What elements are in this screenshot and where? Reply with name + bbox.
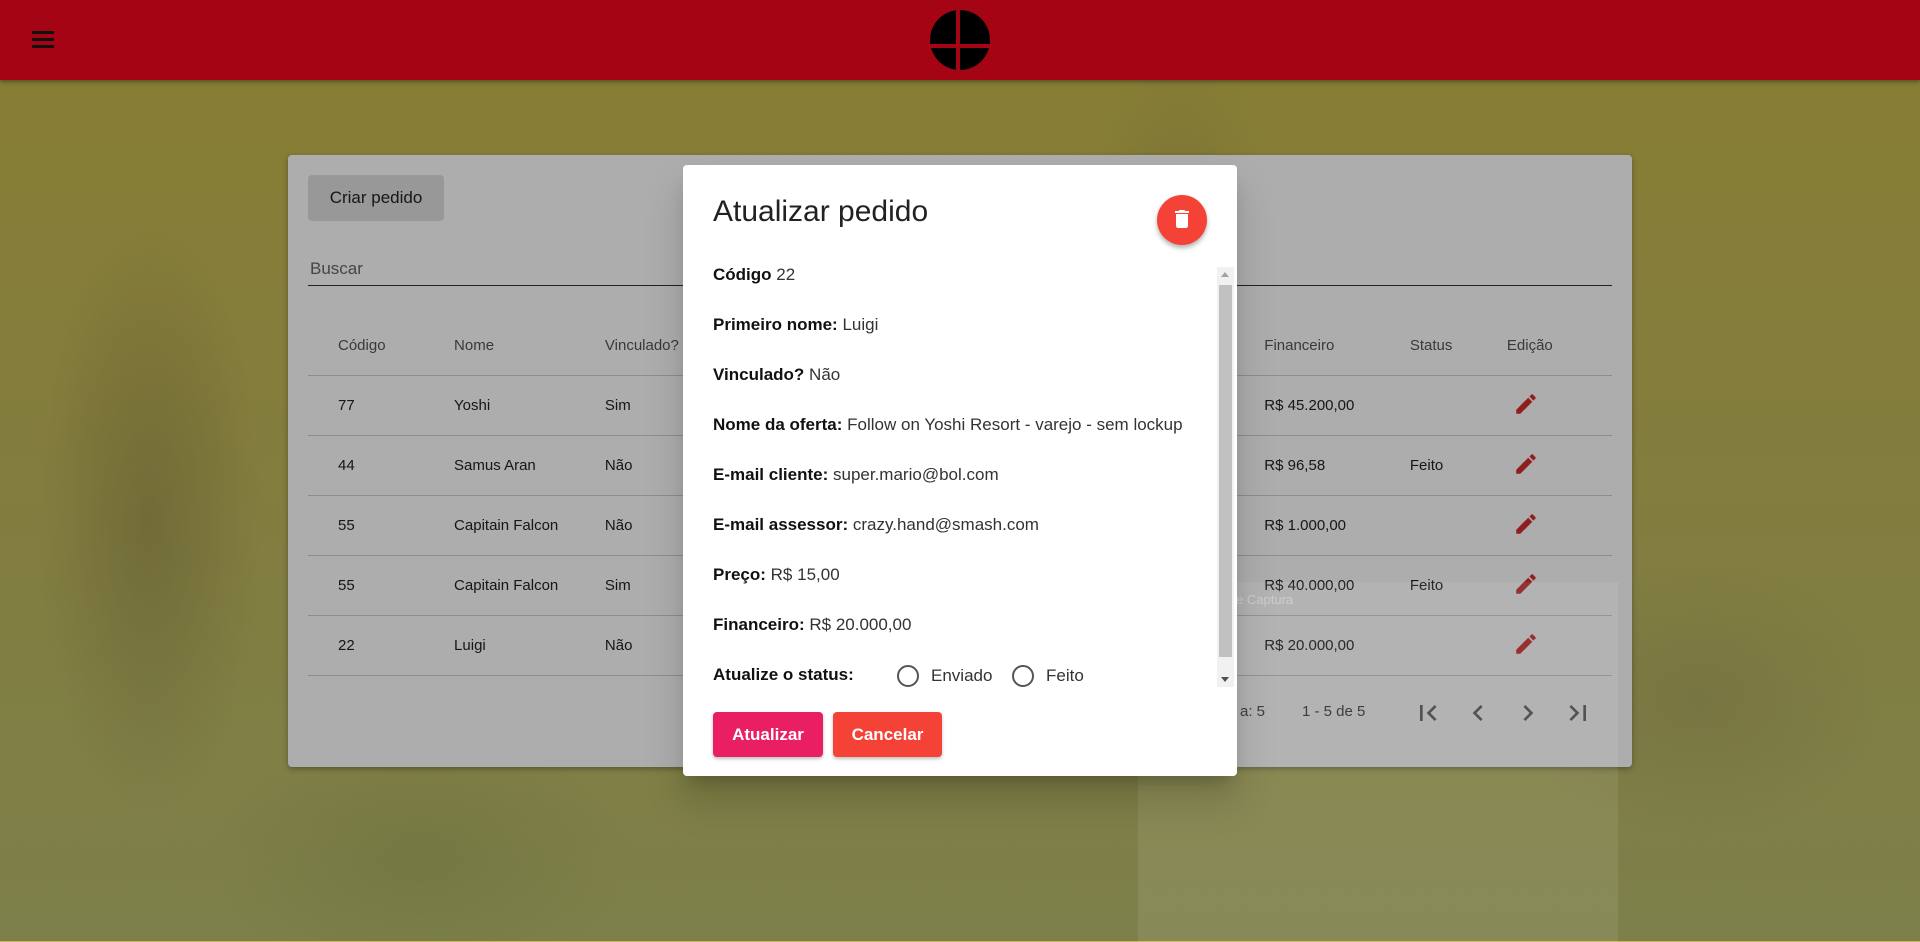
field-financeiro: Financeiro: R$ 20.000,00 xyxy=(713,615,912,634)
trash-icon xyxy=(1175,209,1189,228)
field-email-assessor: E-mail assessor: crazy.hand@smash.com xyxy=(713,515,1039,534)
status-prompt: Atualize o status: xyxy=(713,665,854,684)
field-vinculado: Vinculado? Não xyxy=(713,365,841,384)
radio-label-feito: Feito xyxy=(1046,666,1084,685)
delete-order-button[interactable] xyxy=(1157,195,1207,245)
field-email-cliente: E-mail cliente: super.mario@bol.com xyxy=(713,465,999,484)
scroll-up-arrow-icon[interactable] xyxy=(1221,272,1229,277)
radio-circle[interactable] xyxy=(1012,665,1034,687)
hamburger-menu-icon[interactable] xyxy=(28,28,62,52)
radio-label-enviado: Enviado xyxy=(931,666,993,685)
status-radio-enviado[interactable]: Enviado xyxy=(897,665,992,687)
app-toolbar xyxy=(0,0,1920,80)
dialog-content: Código 22 Primeiro nome: Luigi Vinculado… xyxy=(713,265,1193,855)
field-preco: Preço: R$ 15,00 xyxy=(713,565,840,584)
dialog-scrollbar[interactable] xyxy=(1217,267,1234,687)
update-button[interactable]: Atualizar xyxy=(713,712,823,757)
cancel-button[interactable]: Cancelar xyxy=(833,712,942,757)
field-primeiro-nome: Primeiro nome: Luigi xyxy=(713,315,879,334)
dialog-title: Atualizar pedido xyxy=(713,195,929,228)
scroll-thumb[interactable] xyxy=(1219,285,1232,657)
smash-bros-logo xyxy=(928,8,992,72)
radio-circle[interactable] xyxy=(897,665,919,687)
field-nome-oferta: Nome da oferta: Follow on Yoshi Resort -… xyxy=(713,415,1183,434)
scroll-down-arrow-icon[interactable] xyxy=(1221,677,1229,682)
status-radio-feito[interactable]: Feito xyxy=(1012,665,1084,687)
update-order-dialog: Atualizar pedido Código 22 Primeiro nome… xyxy=(683,165,1237,776)
field-codigo: Código 22 xyxy=(713,265,796,284)
